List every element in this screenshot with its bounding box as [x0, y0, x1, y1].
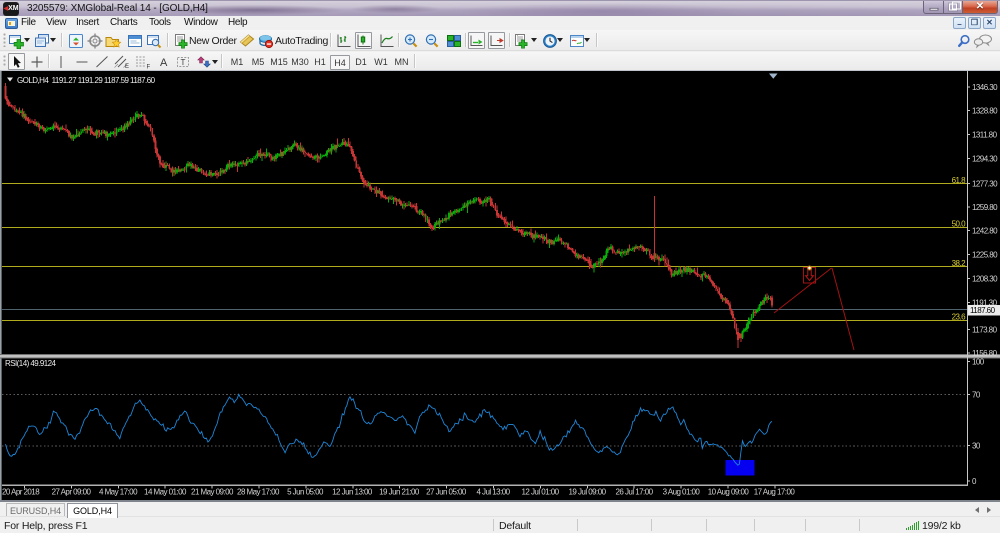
svg-text:1173.80: 1173.80	[972, 326, 998, 335]
svg-text:1225.80: 1225.80	[972, 251, 998, 260]
svg-text:27 Apr 09:00: 27 Apr 09:00	[52, 488, 92, 497]
svg-text:1242.80: 1242.80	[972, 227, 998, 236]
svg-text:50.0: 50.0	[952, 220, 966, 229]
svg-text:14 May 01:00: 14 May 01:00	[144, 488, 187, 497]
svg-text:1311.80: 1311.80	[972, 131, 998, 140]
svg-text:19 Jun 21:00: 19 Jun 21:00	[379, 488, 420, 497]
svg-text:28 May 17:00: 28 May 17:00	[237, 488, 280, 497]
svg-text:20 Apr 2018: 20 Apr 2018	[2, 488, 40, 497]
svg-text:1208.30: 1208.30	[972, 275, 998, 284]
svg-text:4 May 17:00: 4 May 17:00	[99, 488, 138, 497]
svg-text:1259.80: 1259.80	[972, 203, 998, 212]
svg-text:1346.30: 1346.30	[972, 83, 998, 92]
svg-text:1328.80: 1328.80	[972, 107, 998, 116]
svg-text:12 Jun 13:00: 12 Jun 13:00	[332, 488, 373, 497]
svg-text:E: E	[125, 64, 129, 70]
svg-text:RSI(14) 49.9124: RSI(14) 49.9124	[5, 359, 57, 368]
svg-text:27 Jun 05:00: 27 Jun 05:00	[426, 488, 467, 497]
svg-text:100: 100	[972, 358, 985, 367]
svg-text:21 May 09:00: 21 May 09:00	[191, 488, 234, 497]
svg-text:4 Jul 13:00: 4 Jul 13:00	[476, 488, 510, 497]
svg-text:T: T	[180, 58, 185, 67]
svg-text:17 Aug 17:00: 17 Aug 17:00	[754, 488, 796, 497]
svg-text:30: 30	[972, 442, 981, 451]
svg-text:10 Aug 09:00: 10 Aug 09:00	[708, 488, 750, 497]
svg-text:A: A	[160, 57, 168, 69]
svg-text:1187.60: 1187.60	[970, 306, 996, 315]
svg-text:3 Aug 01:00: 3 Aug 01:00	[663, 488, 701, 497]
svg-text:1294.30: 1294.30	[972, 155, 998, 164]
svg-text:38.2: 38.2	[952, 259, 966, 268]
svg-text:1277.30: 1277.30	[972, 180, 998, 189]
svg-text:23.6: 23.6	[952, 313, 966, 322]
svg-text:F: F	[146, 64, 150, 70]
svg-text:61.8: 61.8	[952, 176, 966, 185]
svg-text:19 Jul 09:00: 19 Jul 09:00	[569, 488, 607, 497]
svg-text:12 Jul 01:00: 12 Jul 01:00	[522, 488, 560, 497]
svg-text:70: 70	[972, 391, 981, 400]
svg-text:26 Jul 17:00: 26 Jul 17:00	[616, 488, 654, 497]
svg-text:GOLD,H4 1191.27 1191.29 1187.: GOLD,H4 1191.27 1191.29 1187.59 1187.60	[17, 76, 156, 85]
svg-text:5 Jun 05:00: 5 Jun 05:00	[287, 488, 324, 497]
